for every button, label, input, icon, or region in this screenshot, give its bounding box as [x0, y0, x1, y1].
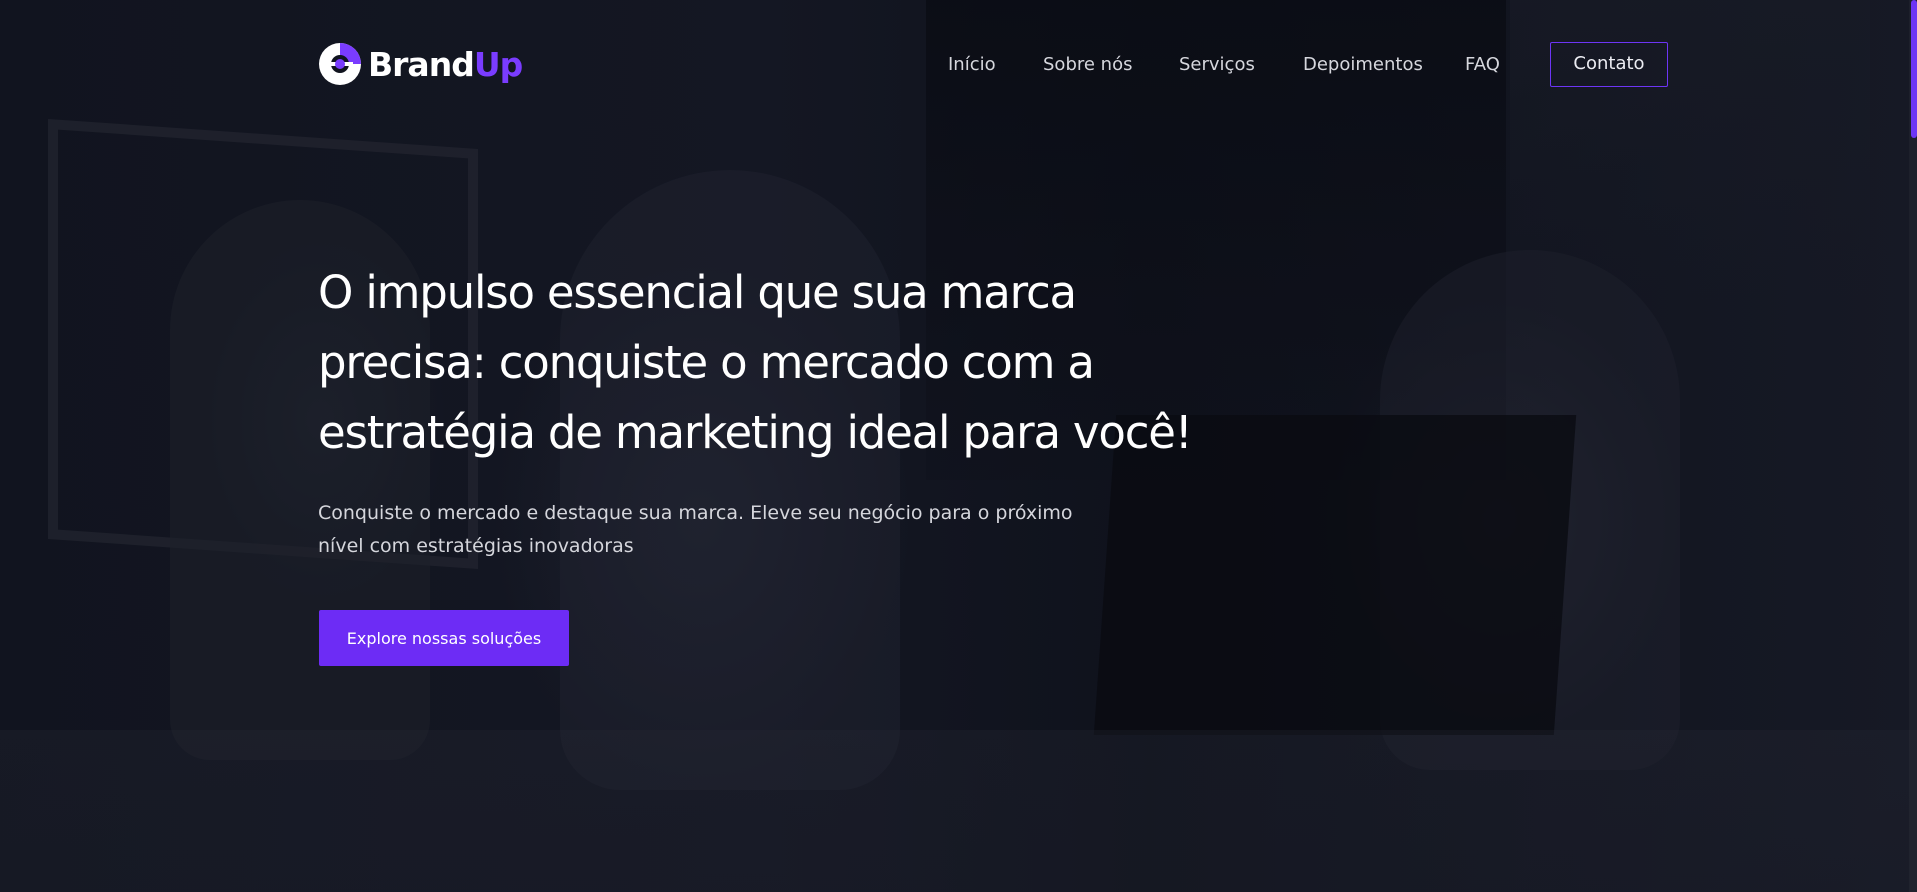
- nav-item-servicos[interactable]: Serviços: [1179, 42, 1255, 88]
- brand-name-part2: Up: [473, 44, 523, 84]
- scrollbar-thumb[interactable]: [1911, 0, 1917, 138]
- hero-headline-line-1: O impulso essencial que sua marca: [318, 266, 1077, 319]
- background-desk: [0, 730, 1917, 892]
- brand-logo-icon: [319, 43, 361, 85]
- hero-subtext: Conquiste o mercado e destaque sua marca…: [318, 497, 1078, 563]
- hero-headline: O impulso essencial que sua marca precis…: [318, 258, 1278, 468]
- brand-name-part1: Brand: [368, 44, 475, 84]
- hero-headline-line-2: precisa: conquiste o mercado com a: [318, 336, 1095, 389]
- nav-item-depoimentos[interactable]: Depoimentos: [1303, 42, 1423, 88]
- background-person-right: [1380, 250, 1680, 770]
- explore-solutions-button[interactable]: Explore nossas soluções: [319, 610, 569, 666]
- nav-item-inicio[interactable]: Início: [948, 42, 996, 88]
- contact-button[interactable]: Contato: [1550, 42, 1668, 87]
- hero-headline-line-3: estratégia de marketing ideal para você!: [318, 406, 1193, 459]
- nav-item-sobre-nos[interactable]: Sobre nós: [1043, 42, 1132, 88]
- hero-subtext-line-1: Conquiste o mercado e destaque sua marca…: [318, 502, 1073, 524]
- brand-name: BrandUp: [368, 44, 523, 84]
- hero-subtext-line-2: nível com estratégias inovadoras: [318, 535, 634, 557]
- hero-section: BrandUp Início Sobre nós Serviços Depoim…: [0, 0, 1917, 892]
- site-header: BrandUp Início Sobre nós Serviços Depoim…: [0, 0, 1917, 130]
- scrollbar-track[interactable]: [1909, 0, 1917, 892]
- brand-logo[interactable]: BrandUp: [318, 42, 523, 86]
- nav-item-faq[interactable]: FAQ: [1465, 42, 1500, 88]
